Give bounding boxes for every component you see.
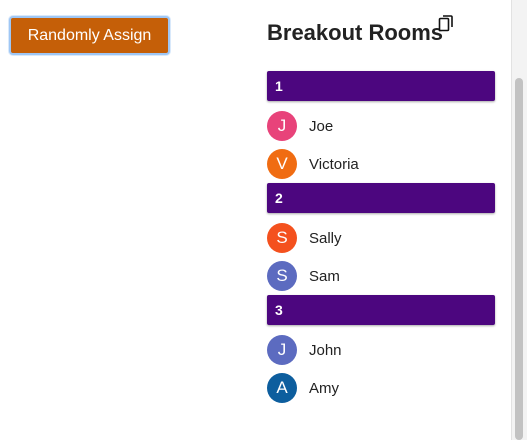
room-member[interactable]: S Sally (267, 219, 495, 257)
vertical-scrollbar[interactable] (511, 0, 527, 440)
room-member[interactable]: J Joe (267, 107, 495, 145)
room-header[interactable]: 1 (267, 71, 495, 101)
member-name: Sam (309, 267, 340, 285)
member-name: Joe (309, 117, 334, 135)
room-member[interactable]: J John (267, 331, 495, 369)
room-member[interactable]: V Victoria (267, 145, 495, 183)
member-name: John (309, 341, 342, 359)
room-member[interactable]: A Amy (267, 369, 495, 407)
breakout-rooms-page: Randomly Assign Breakout Rooms 1 J Joe V… (0, 0, 527, 440)
rooms-list: 1 J Joe V Victoria 2 S Sally S Sam 3 J J… (267, 71, 495, 407)
member-name: Sally (309, 229, 342, 247)
member-name: Amy (309, 379, 339, 397)
avatar: J (267, 335, 297, 365)
room-header[interactable]: 3 (267, 295, 495, 325)
room-header[interactable]: 2 (267, 183, 495, 213)
room-group: 2 S Sally S Sam (267, 183, 495, 295)
randomly-assign-button[interactable]: Randomly Assign (9, 16, 170, 55)
page-title: Breakout Rooms (267, 20, 444, 45)
avatar: J (267, 111, 297, 141)
scrollbar-thumb[interactable] (515, 78, 523, 440)
room-member[interactable]: S Sam (267, 257, 495, 295)
member-name: Victoria (309, 155, 359, 173)
copy-icon[interactable] (438, 14, 454, 32)
avatar: V (267, 149, 297, 179)
room-group: 3 J John A Amy (267, 295, 495, 407)
room-group: 1 J Joe V Victoria (267, 71, 495, 183)
avatar: A (267, 373, 297, 403)
avatar: S (267, 223, 297, 253)
avatar: S (267, 261, 297, 291)
